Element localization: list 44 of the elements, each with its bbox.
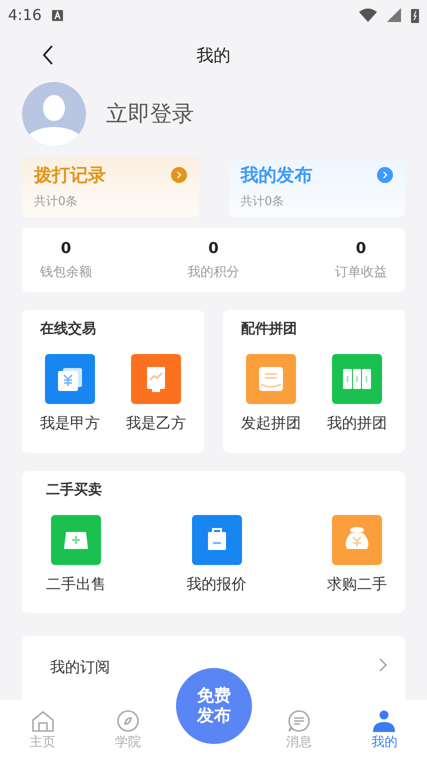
stat-label: 订单收益	[335, 264, 387, 281]
battery-icon	[411, 8, 419, 22]
stat-label: 我的积分	[188, 264, 240, 281]
chevron-right-icon	[382, 171, 388, 179]
menu-tile[interactable]: 我的拼团	[327, 354, 387, 433]
menu-tile[interactable]: 我是甲方	[40, 354, 100, 433]
chevron-right-icon	[176, 171, 182, 179]
tile-label: 我的拼团	[327, 414, 387, 433]
compass-icon	[116, 710, 140, 732]
section-title: 配件拼团	[241, 320, 298, 338]
tile-label: 二手出售	[46, 575, 106, 594]
menu-tile[interactable]: 发起拼团	[241, 354, 301, 433]
login-link[interactable]: 立即登录	[106, 99, 194, 129]
card-title: 我的发布	[240, 164, 312, 187]
tile-label: 我是乙方	[126, 414, 186, 433]
home-icon	[30, 710, 55, 732]
notification-icon	[52, 10, 63, 20]
wifi-icon	[359, 8, 377, 22]
tile-label: 我的报价	[186, 575, 246, 594]
tile-label: 发起拼团	[241, 414, 301, 433]
tile-label: 求购二手	[327, 575, 387, 594]
back-icon[interactable]	[42, 45, 54, 65]
card-title: 拨打记录	[34, 164, 106, 187]
tile-label: 我是甲方	[40, 414, 100, 433]
stat-value: 0	[60, 239, 72, 257]
person-icon	[372, 710, 396, 732]
page-title: 我的	[196, 44, 230, 66]
section-title: 在线交易	[40, 320, 97, 338]
stat-label: 钱包余额	[40, 264, 92, 281]
status-time: 4:16	[8, 6, 42, 24]
card-count: 共计0条	[34, 193, 79, 210]
menu-tile[interactable]: 求购二手	[327, 515, 387, 594]
signal-icon	[387, 8, 401, 22]
menu-label: 我的订阅	[50, 658, 110, 677]
menu-tile[interactable]: 二手出售	[46, 515, 106, 594]
section-title: 二手买卖	[46, 481, 103, 499]
nav-tab[interactable]: 我的	[342, 710, 427, 750]
stat-value: 0	[356, 239, 366, 257]
stat-value: 0	[208, 239, 219, 257]
menu-tile[interactable]: 我的报价	[186, 515, 246, 594]
chevron-right-icon	[379, 658, 387, 672]
card-count: 共计0条	[240, 193, 286, 210]
menu-tile[interactable]: 我是乙方	[126, 354, 186, 433]
message-icon	[286, 710, 311, 732]
